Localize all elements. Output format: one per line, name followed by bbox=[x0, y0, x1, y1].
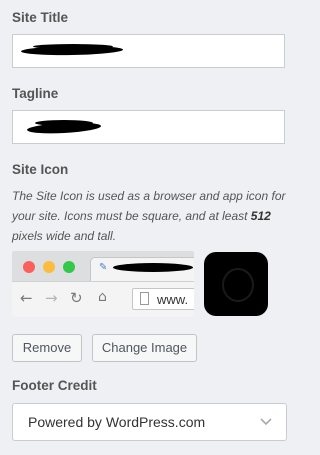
redaction-mark bbox=[33, 44, 113, 49]
chevron-down-icon bbox=[260, 418, 272, 426]
footer-credit-selected: Powered by WordPress.com bbox=[28, 414, 206, 430]
minimize-dot-icon bbox=[43, 261, 55, 273]
site-icon-label: Site Icon bbox=[12, 162, 69, 177]
site-title-input[interactable] bbox=[12, 34, 285, 68]
maximize-dot-icon bbox=[63, 261, 75, 273]
change-image-button[interactable]: Change Image bbox=[92, 334, 197, 362]
tagline-label: Tagline bbox=[12, 86, 59, 101]
site-icon-description: The Site Icon is used as a browser and a… bbox=[12, 189, 286, 243]
close-dot-icon bbox=[23, 261, 35, 273]
page-icon bbox=[140, 292, 149, 305]
tagline-input[interactable] bbox=[12, 110, 285, 144]
back-arrow-icon: ← bbox=[20, 289, 33, 307]
browser-icon-preview: ✎ ← → ↻ ⌂ www. bbox=[12, 251, 194, 317]
address-bar: www. bbox=[132, 288, 194, 310]
forward-arrow-icon: → bbox=[45, 289, 58, 307]
footer-credit-label: Footer Credit bbox=[12, 378, 97, 393]
remove-button[interactable]: Remove bbox=[12, 334, 82, 362]
tab-favicon-icon: ✎ bbox=[99, 262, 108, 273]
minimum-size-value: 512 bbox=[250, 209, 271, 223]
footer-credit-select[interactable]: Powered by WordPress.com bbox=[12, 403, 287, 441]
redaction-mark bbox=[113, 263, 193, 272]
site-title-label: Site Title bbox=[12, 10, 69, 25]
app-icon-preview bbox=[204, 252, 268, 316]
address-bar-text: www. bbox=[157, 292, 189, 307]
reload-icon: ↻ bbox=[70, 289, 83, 307]
browser-tab: ✎ bbox=[90, 257, 194, 282]
browser-toolbar: ← → ↻ ⌂ www. bbox=[12, 281, 194, 317]
redaction-mark bbox=[35, 120, 93, 126]
home-icon: ⌂ bbox=[98, 289, 107, 305]
